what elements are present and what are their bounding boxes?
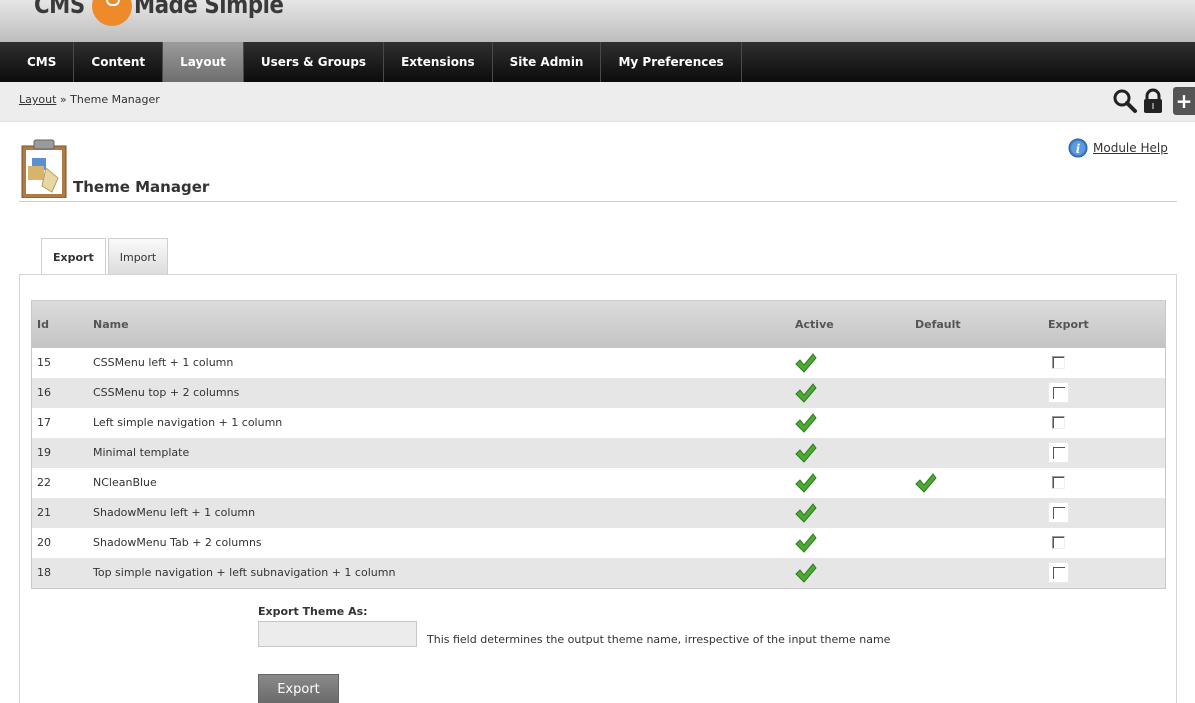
breadcrumb-bar: Layout » Theme Manager + bbox=[0, 82, 1195, 122]
export-checkbox[interactable] bbox=[1052, 536, 1065, 549]
cell-id: 22 bbox=[37, 476, 51, 489]
table-row: 19 Minimal template bbox=[32, 438, 1165, 468]
cms-made-simple-logo[interactable]: CMS Made Simple bbox=[34, 0, 310, 26]
column-header-id: Id bbox=[37, 318, 49, 331]
cell-id: 20 bbox=[37, 536, 51, 549]
logo-text-left: CMS bbox=[34, 0, 85, 19]
module-help-label: Module Help bbox=[1093, 141, 1168, 155]
default-check-icon bbox=[915, 473, 937, 493]
table-row: 20 ShadowMenu Tab + 2 columns bbox=[32, 528, 1165, 558]
active-check-icon bbox=[795, 503, 817, 523]
nav-items: CMS Content Layout Users & Groups Extensions… bbox=[10, 42, 742, 82]
cell-id: 16 bbox=[37, 386, 51, 399]
table-row: 21 ShadowMenu left + 1 column bbox=[32, 498, 1165, 528]
cell-active bbox=[795, 533, 817, 553]
cell-name: ShadowMenu left + 1 column bbox=[93, 506, 256, 519]
table-body: 15 CSSMenu left + 1 column 16 CSSMenu top +… bbox=[32, 348, 1165, 588]
search-icon[interactable] bbox=[1111, 87, 1139, 115]
tab-import[interactable]: Import bbox=[107, 238, 169, 274]
table-row: 17 Left simple navigation + 1 column bbox=[32, 408, 1165, 438]
nav-item-users-groups[interactable]: Users & Groups bbox=[244, 42, 385, 82]
nav-item-extensions[interactable]: Extensions bbox=[384, 42, 493, 82]
tab-export[interactable]: Export bbox=[41, 238, 106, 275]
table-row: 22 NCleanBlue bbox=[32, 468, 1165, 498]
export-checkbox[interactable] bbox=[1048, 442, 1069, 463]
cell-active bbox=[795, 503, 817, 523]
cell-name: Minimal template bbox=[93, 446, 190, 459]
heading-divider bbox=[19, 201, 1177, 202]
cell-name: ShadowMenu Tab + 2 columns bbox=[93, 536, 262, 549]
cell-name: Left simple navigation + 1 column bbox=[93, 416, 283, 429]
cell-active bbox=[795, 443, 817, 463]
breadcrumb: Layout » Theme Manager bbox=[19, 93, 160, 106]
export-checkbox[interactable] bbox=[1048, 382, 1069, 403]
cell-active bbox=[795, 473, 817, 493]
export-checkbox[interactable] bbox=[1048, 562, 1069, 583]
module-help-link[interactable]: i Module Help bbox=[1068, 138, 1168, 158]
cell-name: Top simple navigation + left subnavigati… bbox=[93, 566, 396, 579]
cell-id: 18 bbox=[37, 566, 51, 579]
app-header: CMS Made Simple bbox=[0, 0, 1195, 42]
logo-icon bbox=[91, 0, 132, 26]
table-header: Id Name Active Default Export bbox=[32, 301, 1165, 348]
export-checkbox[interactable] bbox=[1048, 502, 1069, 523]
export-checkbox[interactable] bbox=[1052, 416, 1065, 429]
cell-active bbox=[795, 383, 817, 403]
table-row: 15 CSSMenu left + 1 column bbox=[32, 348, 1165, 378]
table-row: 18 Top simple navigation + left subnaviga… bbox=[32, 558, 1165, 588]
nav-item-my-preferences[interactable]: My Preferences bbox=[601, 42, 742, 82]
active-check-icon bbox=[795, 473, 817, 493]
active-check-icon bbox=[795, 413, 817, 433]
plus-icon[interactable]: + bbox=[1173, 87, 1195, 115]
nav-item-cms[interactable]: CMS bbox=[10, 42, 75, 82]
breadcrumb-layout-link[interactable]: Layout bbox=[19, 93, 56, 106]
export-checkbox[interactable] bbox=[1052, 356, 1065, 369]
lock-icon[interactable] bbox=[1139, 87, 1167, 115]
cell-active bbox=[795, 413, 817, 433]
cell-name: CSSMenu left + 1 column bbox=[93, 356, 234, 369]
export-theme-hint: This field determines the output theme n… bbox=[427, 633, 891, 646]
theme-manager-icon bbox=[20, 138, 68, 199]
cell-active bbox=[795, 353, 817, 373]
tab-bar: Export Import bbox=[41, 238, 170, 275]
toolbar: + bbox=[1111, 86, 1195, 116]
breadcrumb-current: Theme Manager bbox=[70, 93, 160, 106]
active-check-icon bbox=[795, 443, 817, 463]
active-check-icon bbox=[795, 563, 817, 583]
cell-id: 15 bbox=[37, 356, 51, 369]
cell-default bbox=[915, 473, 937, 493]
export-theme-as-label: Export Theme As: bbox=[258, 605, 368, 618]
page-title: Theme Manager bbox=[73, 178, 210, 196]
main-nav: CMS Content Layout Users & Groups Extensions… bbox=[0, 42, 1195, 82]
table-row: 16 CSSMenu top + 2 columns bbox=[32, 378, 1165, 408]
column-header-default: Default bbox=[915, 318, 961, 331]
cell-id: 17 bbox=[37, 416, 51, 429]
export-button[interactable]: Export bbox=[258, 674, 339, 703]
cell-name: CSSMenu top + 2 columns bbox=[93, 386, 240, 399]
logo-text-right: Made Simple bbox=[133, 0, 284, 19]
cell-name: NCleanBlue bbox=[93, 476, 157, 489]
svg-text:i: i bbox=[1076, 142, 1081, 156]
column-header-export: Export bbox=[1048, 318, 1089, 331]
active-check-icon bbox=[795, 353, 817, 373]
column-header-active: Active bbox=[795, 318, 834, 331]
active-check-icon bbox=[795, 533, 817, 553]
nav-item-site-admin[interactable]: Site Admin bbox=[493, 42, 602, 82]
nav-item-content[interactable]: Content bbox=[74, 42, 164, 82]
nav-item-layout[interactable]: Layout bbox=[163, 42, 244, 82]
theme-table: Id Name Active Default Export 15 CSSMenu … bbox=[31, 300, 1166, 589]
breadcrumb-separator: » bbox=[59, 93, 67, 106]
info-icon: i bbox=[1068, 138, 1088, 158]
column-header-name: Name bbox=[93, 318, 129, 331]
cell-active bbox=[795, 563, 817, 583]
cell-id: 19 bbox=[37, 446, 51, 459]
export-checkbox[interactable] bbox=[1052, 476, 1065, 489]
cell-id: 21 bbox=[37, 506, 51, 519]
active-check-icon bbox=[795, 383, 817, 403]
export-theme-name-input[interactable] bbox=[258, 621, 417, 647]
